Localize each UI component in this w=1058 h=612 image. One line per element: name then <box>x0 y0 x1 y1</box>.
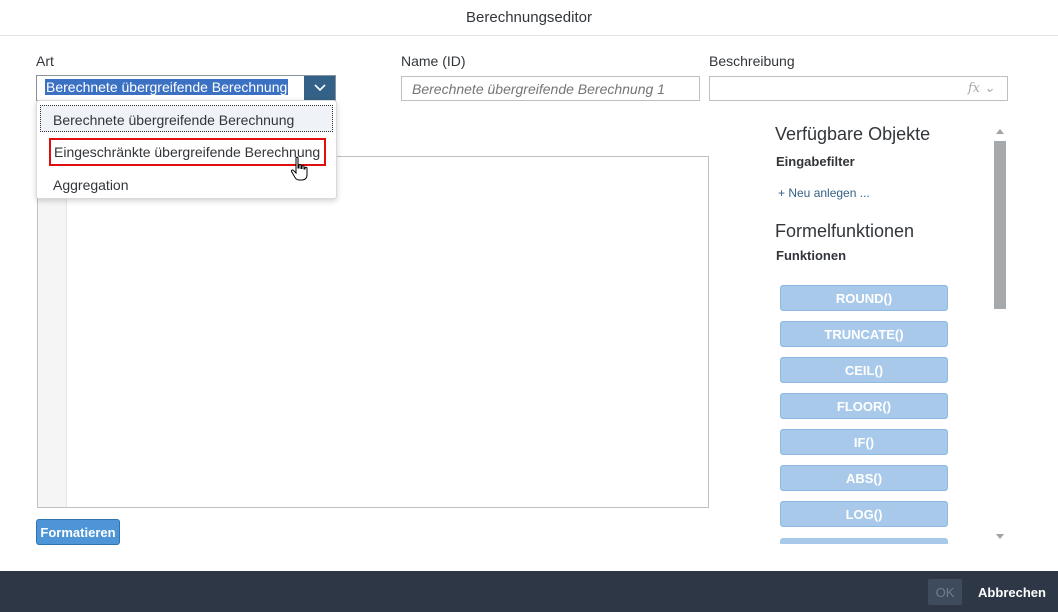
function-if[interactable]: IF() <box>780 429 948 455</box>
art-select-value: Berechnete übergreifende Berechnung <box>37 76 304 100</box>
create-new-link[interactable]: + Neu anlegen ... <box>778 186 870 200</box>
name-label: Name (ID) <box>401 53 466 69</box>
hand-cursor-icon <box>290 156 308 187</box>
cancel-button[interactable]: Abbrechen <box>972 579 1052 605</box>
dialog-footer <box>0 571 1058 612</box>
function-log[interactable]: LOG() <box>780 501 948 527</box>
art-label: Art <box>36 53 54 69</box>
dropdown-option-eingeschraenkte[interactable]: Eingeschränkte übergreifende Berechnung <box>49 138 326 166</box>
scroll-down-arrow-icon[interactable] <box>996 534 1004 539</box>
function-ceil[interactable]: CEIL() <box>780 357 948 383</box>
formula-editor[interactable] <box>37 156 709 508</box>
art-select[interactable]: Berechnete übergreifende Berechnung <box>36 75 336 101</box>
editor-line-gutter <box>38 157 67 507</box>
function-truncate[interactable]: TRUNCATE() <box>780 321 948 347</box>
functions-label: Funktionen <box>776 248 847 263</box>
formula-functions-heading: Formelfunktionen <box>775 221 915 241</box>
available-objects-heading: Verfügbare Objekte <box>775 124 931 144</box>
art-select-text: Berechnete übergreifende Berechnung <box>45 79 289 95</box>
dropdown-option-berechnete[interactable]: Berechnete übergreifende Berechnung <box>40 105 333 132</box>
dialog-title: Berechnungseditor <box>0 0 1058 36</box>
ok-button[interactable]: OK <box>928 579 962 605</box>
function-round[interactable]: ROUND() <box>780 285 948 311</box>
input-filter-label: Eingabefilter <box>776 154 855 169</box>
function-floor[interactable]: FLOOR() <box>780 393 948 419</box>
sidebar-scrollbar-thumb[interactable] <box>994 141 1006 309</box>
function-partial[interactable] <box>780 538 948 544</box>
scroll-up-arrow-icon[interactable] <box>996 129 1004 134</box>
formula-icon[interactable]: fx ⌄ <box>968 81 995 96</box>
function-abs[interactable]: ABS() <box>780 465 948 491</box>
name-id-input[interactable] <box>401 76 700 101</box>
chevron-down-icon[interactable] <box>304 76 335 100</box>
description-input[interactable]: fx ⌄ <box>709 76 1008 101</box>
description-label: Beschreibung <box>709 53 795 69</box>
format-button[interactable]: Formatieren <box>36 519 120 545</box>
